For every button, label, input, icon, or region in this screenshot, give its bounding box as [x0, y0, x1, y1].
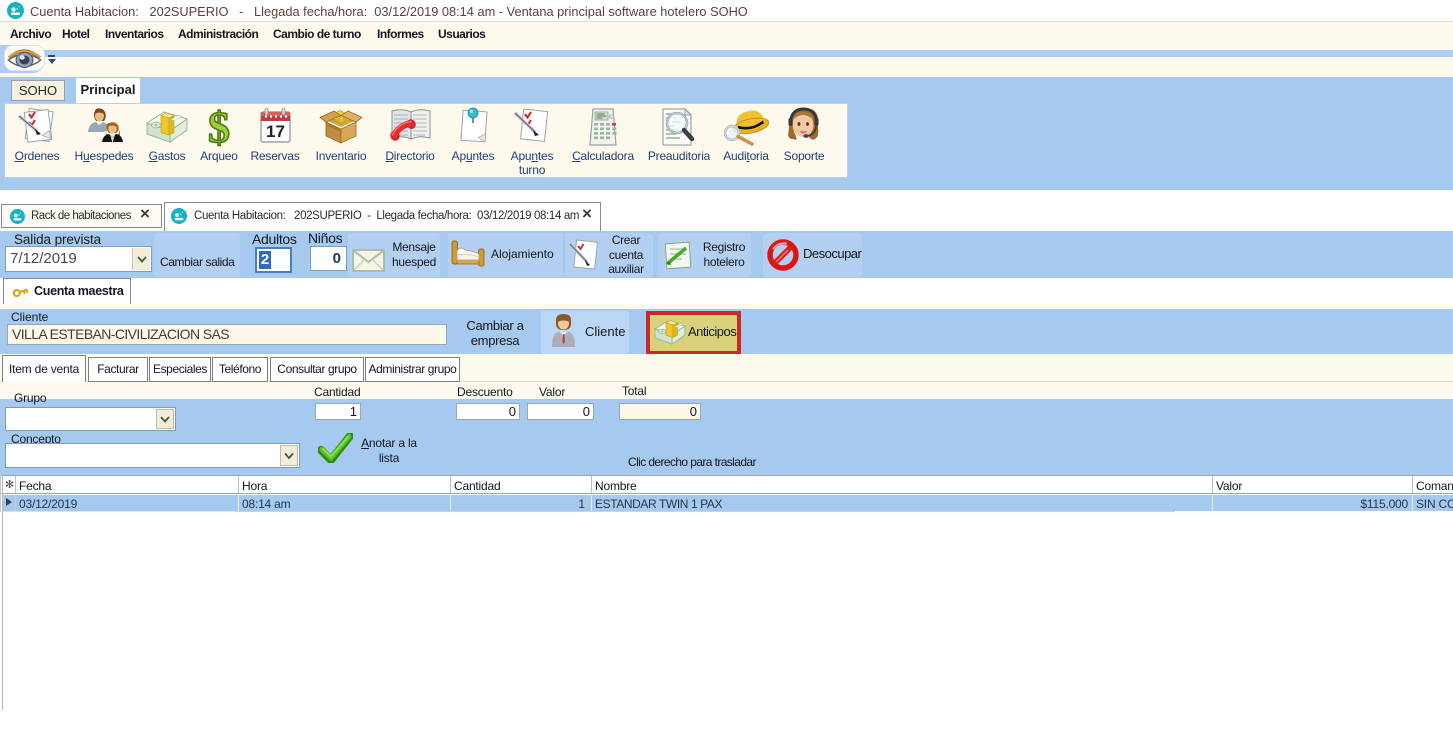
svg-text:$: $	[208, 106, 230, 150]
svg-text:17: 17	[266, 122, 285, 141]
